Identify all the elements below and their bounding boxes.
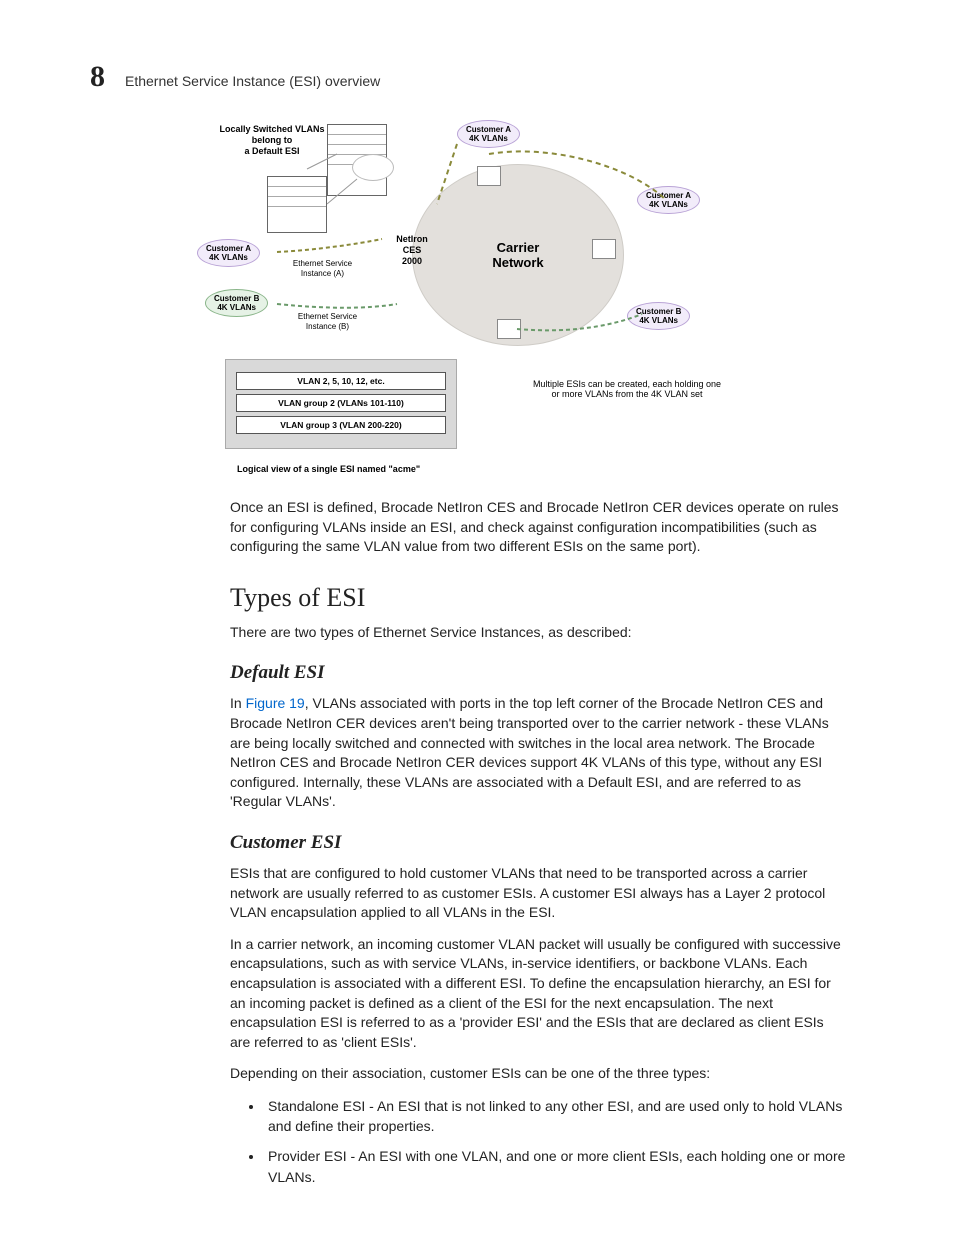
vlan-item: VLAN group 3 (VLAN 200-220)	[236, 416, 446, 434]
customer-esi-p2: In a carrier network, an incoming custom…	[230, 935, 844, 1053]
section-title: Ethernet Service Instance (ESI) overview	[125, 73, 380, 89]
figure-caption: Logical view of a single ESI named "acme…	[237, 464, 420, 474]
figure-esi-diagram: Locally Switched VLANs belong to a Defau…	[197, 124, 757, 484]
vlan-item: VLAN group 2 (VLANs 101-110)	[236, 394, 446, 412]
heading-default-esi: Default ESI	[230, 662, 864, 684]
intro-paragraph: Once an ESI is defined, Brocade NetIron …	[230, 498, 844, 557]
customer-esi-p1: ESIs that are configured to hold custome…	[230, 864, 844, 923]
text-fragment: , VLANs associated with ports in the top…	[230, 695, 829, 809]
text-fragment: In	[230, 695, 246, 711]
customer-esi-types-list: Standalone ESI - An ESI that is not link…	[230, 1096, 864, 1187]
customer-esi-p3: Depending on their association, customer…	[230, 1064, 844, 1084]
heading-types-of-esi: Types of ESI	[230, 583, 864, 613]
list-item: Provider ESI - An ESI with one VLAN, and…	[264, 1146, 864, 1187]
types-intro: There are two types of Ethernet Service …	[230, 623, 844, 643]
vlan-stack: VLAN 2, 5, 10, 12, etc. VLAN group 2 (VL…	[225, 359, 457, 449]
list-item: Standalone ESI - An ESI that is not link…	[264, 1096, 864, 1137]
default-esi-paragraph: In Figure 19, VLANs associated with port…	[230, 694, 844, 812]
heading-customer-esi: Customer ESI	[230, 832, 864, 854]
chapter-number: 8	[90, 60, 105, 94]
link-figure-19[interactable]: Figure 19	[246, 695, 305, 711]
vlan-item: VLAN 2, 5, 10, 12, etc.	[236, 372, 446, 390]
label-multi-esi-note: Multiple ESIs can be created, each holdi…	[502, 379, 752, 399]
connection-lines	[197, 124, 757, 354]
page-header: 8 Ethernet Service Instance (ESI) overvi…	[90, 60, 864, 94]
